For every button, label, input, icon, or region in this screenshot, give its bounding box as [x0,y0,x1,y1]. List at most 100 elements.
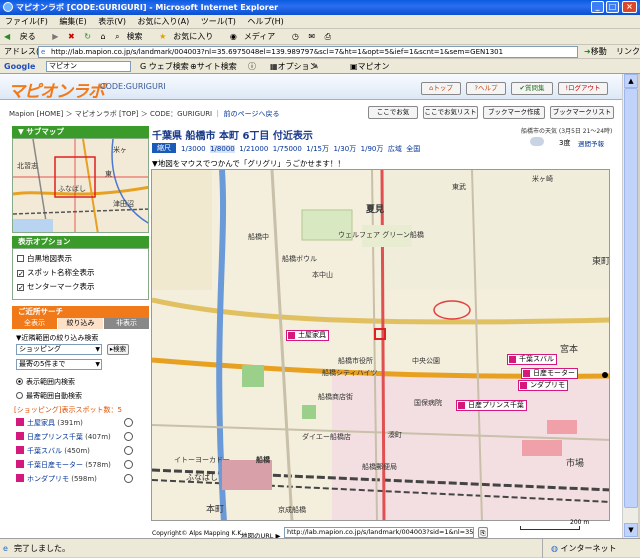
category-select[interactable]: ショッピング ▼ [16,344,102,355]
result-item[interactable]: 土屋家具 (391m) [16,418,133,428]
scroll-down-arrow-icon[interactable]: ▼ [624,523,638,537]
map-label: 市場 [566,459,585,469]
tab-hide[interactable]: 非表示 [104,318,149,329]
menu-tools[interactable]: ツール(T) [201,17,236,26]
google-search-icon: G [140,62,147,71]
favorites-button[interactable]: ★ お気に入り [159,32,220,41]
tab-filter[interactable]: 絞り込み [58,318,103,329]
top-button[interactable]: ⌂トップ [421,82,461,95]
option-spot-names[interactable]: ✓ スポット名称全表示 [17,266,144,280]
zoom-icon[interactable] [124,418,133,427]
help-button[interactable]: ?ヘルプ [466,82,506,95]
range-select[interactable]: 最寄の5件まで ▼ [16,359,102,370]
display-options-panel: 白黒地図表示 ✓ スポット名称全表示 ✓ センターマーク表示 [12,248,149,300]
map-marker[interactable]: 日産モーター [521,368,578,379]
scale-21000[interactable]: 1/21000 [239,145,268,153]
web-search-button[interactable]: G ウェブ検索 [140,59,189,74]
back-button[interactable]: ◀ 戻る [4,32,43,41]
scale-30man[interactable]: 1/30万 [333,145,356,153]
scroll-up-arrow-icon[interactable]: ▲ [624,74,638,88]
minimize-button[interactable]: _ [591,1,604,13]
map-marker[interactable]: 日産プリンス千葉 [456,400,527,411]
close-button[interactable]: × [622,1,637,13]
bookmark-list-button[interactable]: ブックマークリスト [550,106,614,119]
copy-url-icon[interactable]: ⎘ [478,527,488,538]
result-item[interactable]: 千葉日産モーター (578m) [16,460,133,470]
history-icon[interactable]: ◷ [292,32,299,41]
radio-in-view-button[interactable] [16,378,23,385]
mail-icon[interactable]: ✉ [308,32,315,41]
menu-file[interactable]: ファイル(F) [5,17,48,26]
map-marker[interactable]: 土屋家具 [286,330,329,341]
zoom-icon[interactable] [124,460,133,469]
map-label: 船橋市役所 [338,357,373,365]
address-input[interactable]: e http://lab.mapion.co.jp/s/landmark/0040… [38,46,578,58]
scale-wide[interactable]: 広域 [388,145,402,153]
map-marker[interactable]: 千葉スバル [507,354,557,365]
highlight-icon[interactable]: ✎ [312,59,319,74]
google-search-input[interactable]: マピオン [46,61,131,72]
main-map[interactable]: 土屋家具 千葉スバル 日産モーター ンダプリモ 日産プリンス千葉 夏見 船橋中 … [151,169,610,521]
scale-8000[interactable]: 1/8000 [210,145,235,153]
weekly-forecast-link[interactable]: 週間予報 [578,138,604,148]
mapion-button[interactable]: ▣マピオン [350,59,390,74]
scale-90man[interactable]: 1/90万 [361,145,384,153]
map-url-input[interactable]: http://lab.mapion.co.jp/s/landmark/00400… [284,527,474,538]
bookmark-here-button[interactable]: ここでお気 [368,106,418,119]
back-page-link[interactable]: 前のページへ戻る [224,110,280,118]
monochrome-checkbox[interactable] [17,255,24,262]
menu-edit[interactable]: 編集(E) [59,17,86,26]
result-item[interactable]: 千葉スバル (450m) [16,446,133,456]
bookmark-create-button[interactable]: ブックマーク作成 [483,106,545,119]
site-logo[interactable]: マピオンラボ [8,77,105,102]
submap-label: 東 [105,170,112,178]
search-button[interactable]: ⌕ 検索 [115,32,149,41]
zoom-icon[interactable] [124,474,133,483]
nearby-search-button[interactable]: ▸検索 [107,344,129,355]
scroll-thumb[interactable] [624,88,638,508]
zoom-icon[interactable] [124,446,133,455]
menu-favorites[interactable]: お気に入り(A) [138,17,190,26]
faq-button[interactable]: ✔質問集 [511,82,553,95]
result-item[interactable]: ホンダプリモ (598m) [16,474,133,484]
status-text: 完了しました。 [14,544,70,553]
links-button[interactable]: リンク [616,45,640,59]
maximize-button[interactable]: □ [606,1,619,13]
map-label: ウェルフェア グリーン船橋 [338,231,424,239]
scale-75000[interactable]: 1/75000 [273,145,302,153]
forward-button[interactable]: ▶ [52,32,58,41]
radio-in-view[interactable]: 表示範囲内検索 [16,377,75,387]
logout-button[interactable]: !ログアウト [558,82,608,95]
media-button[interactable]: ◉ メディア [230,32,282,41]
info-icon[interactable]: ⓘ [248,59,256,74]
stop-icon[interactable]: ✖ [68,32,75,41]
scale-15man[interactable]: 1/15万 [306,145,329,153]
submap[interactable]: 米ヶ 北習志 東 津田沼 ふなばし [12,138,149,233]
map-marker[interactable]: ンダプリモ [518,380,568,391]
home-icon[interactable]: ⌂ [100,32,105,41]
result-item[interactable]: 日産プリンス千葉 (407m) [16,432,133,442]
media-icon: ◉ [229,32,237,41]
page-status-icon: e [3,544,8,553]
zoom-icon[interactable] [124,432,133,441]
go-button[interactable]: ➜移動 [584,45,607,59]
vertical-scrollbar[interactable]: ▲ ▼ [622,74,638,538]
spot-names-checkbox[interactable]: ✓ [17,270,24,278]
option-center-mark[interactable]: ✓ センターマーク表示 [17,280,144,294]
menu-view[interactable]: 表示(V) [98,17,126,26]
scale-national[interactable]: 全国 [406,145,420,153]
submap-label: 米ヶ [113,146,127,154]
radio-nearest[interactable]: 最寄範囲自動検索 [16,391,82,401]
print-icon[interactable]: ⎙ [325,32,331,41]
bookmark-here-list-button[interactable]: ここでお気リスト [423,106,478,119]
scale-3000[interactable]: 1/3000 [181,145,206,153]
tab-show-all[interactable]: 全表示 [12,318,57,329]
radio-nearest-button[interactable] [16,392,23,399]
option-monochrome[interactable]: 白黒地図表示 [17,252,144,266]
center-mark-checkbox[interactable]: ✓ [17,284,24,292]
map-label: 国保病院 [414,399,442,407]
options-button[interactable]: ▦オプション [270,59,318,74]
site-search-button[interactable]: ⊕サイト検索 [190,59,237,74]
menu-help[interactable]: ヘルプ(H) [247,17,283,26]
refresh-icon[interactable]: ↻ [84,32,91,41]
